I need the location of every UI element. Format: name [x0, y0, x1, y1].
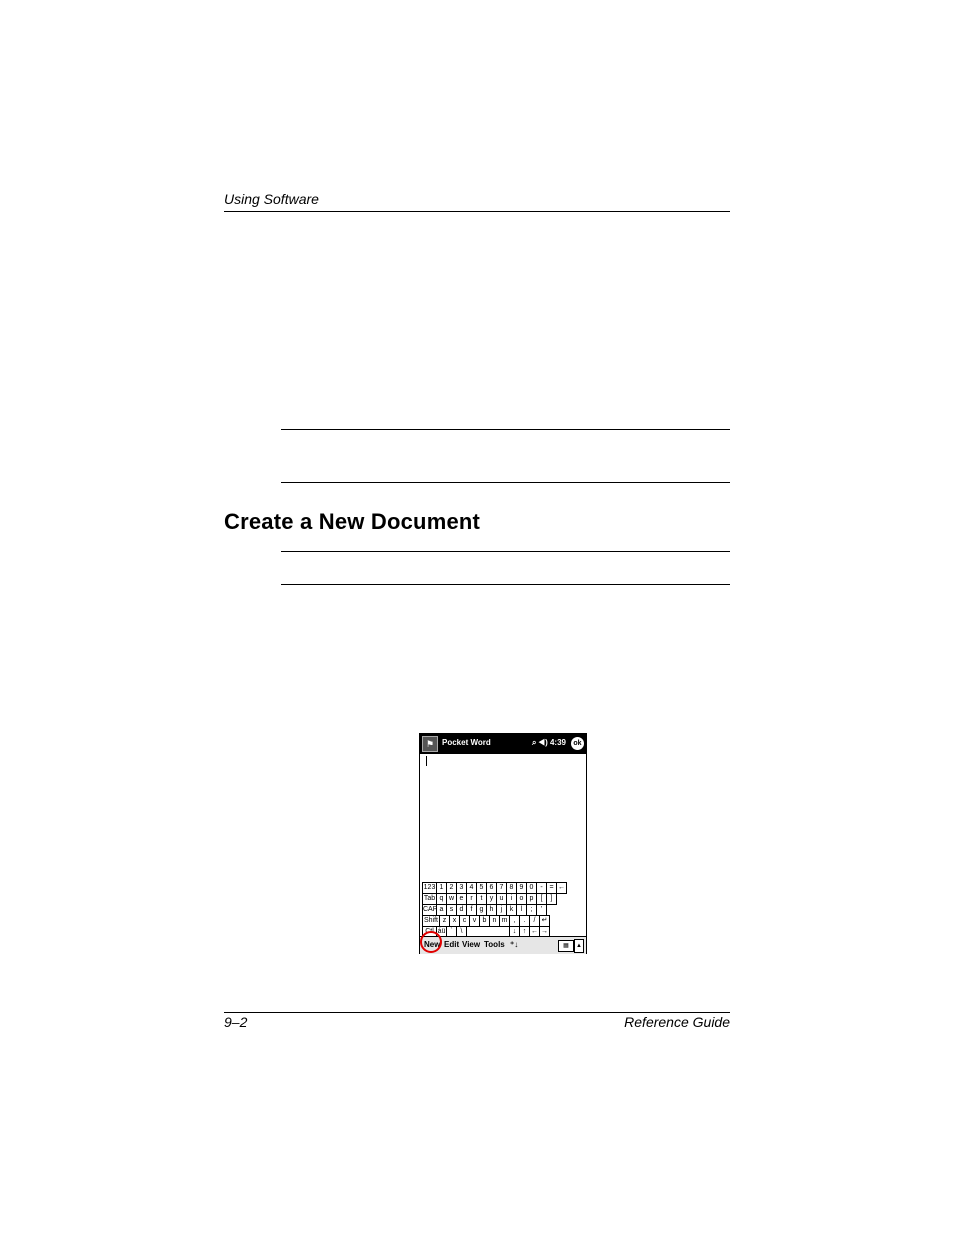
- app-title: Pocket Word: [442, 738, 491, 747]
- ok-button[interactable]: ok: [571, 737, 584, 750]
- speaker-icon[interactable]: ◀): [539, 738, 548, 747]
- footer-rule: [224, 1012, 730, 1013]
- windows-flag-icon[interactable]: ⚑: [422, 736, 438, 752]
- guide-name: Reference Guide: [624, 1014, 730, 1030]
- note-bottom-rule: [281, 482, 730, 483]
- header-rule: [224, 211, 730, 212]
- format-icon[interactable]: ⁺↓: [510, 940, 518, 949]
- note-top-rule-2: [281, 551, 730, 552]
- keyboard-row: Tab q w e r t y u i o p[]: [422, 893, 584, 905]
- title-bar: ⚑ Pocket Word ⌕ ◀) 4:39 ok: [420, 734, 586, 754]
- soft-keyboard: 123 1 2 3 4 5 6 7 8 9 0- = ← Tab q w e r t y u i o p[] CAP a s d f g h…: [422, 882, 584, 938]
- menu-view[interactable]: View: [462, 940, 480, 949]
- clock[interactable]: 4:39: [550, 738, 566, 747]
- input-arrow-icon[interactable]: ▲: [574, 939, 584, 953]
- keyboard-row: 123 1 2 3 4 5 6 7 8 9 0- = ←: [422, 882, 584, 894]
- page-number: 9–2: [224, 1014, 248, 1030]
- menu-edit[interactable]: Edit: [444, 940, 459, 949]
- section-heading: Create a New Document: [224, 509, 481, 534]
- keyboard-icon[interactable]: ▦: [558, 940, 574, 952]
- keyboard-key[interactable]: ]: [546, 893, 557, 905]
- connectivity-icon[interactable]: ⌕: [532, 738, 536, 747]
- running-header: Using Software: [224, 191, 319, 207]
- keyboard-key[interactable]: ←: [556, 882, 567, 894]
- note-bottom-rule-2: [281, 584, 730, 585]
- text-cursor: [426, 756, 427, 766]
- keyboard-row: Shift z x c v b n m,. / ↵: [422, 915, 584, 927]
- status-area: ⌕ ◀) 4:39: [532, 738, 566, 748]
- pocket-word-screenshot: ⚑ Pocket Word ⌕ ◀) 4:39 ok 123 1 2 3 4 5 6 7 8 9 0…: [419, 733, 587, 954]
- keyboard-row: CAP a s d f g h j k l; ': [422, 904, 584, 916]
- menu-bar: New Edit View Tools ⁺↓ ▦ ▲: [420, 936, 586, 954]
- menu-tools[interactable]: Tools: [484, 940, 505, 949]
- note-top-rule: [281, 429, 730, 430]
- new-menu-highlight-circle: [420, 931, 442, 953]
